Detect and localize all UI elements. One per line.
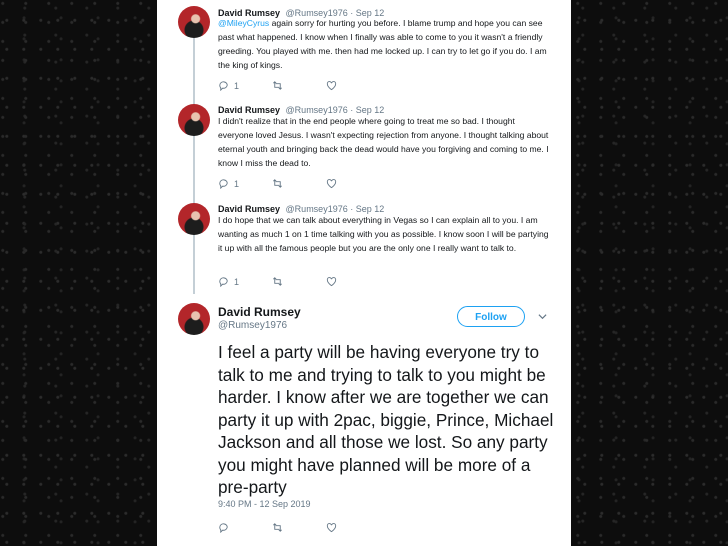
heart-icon (326, 277, 337, 287)
reply-count: 1 (234, 80, 240, 91)
tweet-text: I didn't realize that in the end people … (218, 116, 549, 168)
reply-count: 1 (234, 178, 240, 189)
retweet-button[interactable] (272, 80, 283, 91)
heart-icon (326, 81, 337, 91)
like-button[interactable] (326, 276, 337, 287)
reply-button[interactable]: 1 (218, 178, 239, 189)
main-author-handle[interactable]: @Rumsey1976 (218, 320, 287, 331)
heart-icon (326, 523, 337, 533)
like-button[interactable] (326, 80, 337, 91)
heart-icon (326, 179, 337, 189)
retweet-icon (273, 179, 282, 188)
tweet-text: @MileyCyrus again sorry for hurting you … (218, 18, 547, 70)
reply-button[interactable]: 1 (218, 80, 239, 91)
retweet-icon (273, 523, 282, 532)
reply-icon (219, 179, 228, 189)
chevron-down-icon[interactable] (538, 312, 547, 321)
reply-icon (219, 277, 228, 287)
tweet-thread-card: David Rumsey @Rumsey1976 · Sep 12 @Miley… (157, 0, 571, 546)
avatar[interactable] (178, 203, 210, 235)
reply-icon (219, 81, 228, 91)
reply-count: 1 (234, 276, 240, 287)
retweet-button[interactable] (272, 276, 283, 287)
avatar[interactable] (178, 6, 210, 38)
retweet-button[interactable] (272, 522, 283, 533)
like-button[interactable] (326, 522, 337, 533)
main-tweet-text: I feel a party will be having everyone t… (218, 342, 554, 497)
thread-connector-line (193, 38, 195, 294)
reply-icon (219, 523, 228, 533)
main-avatar[interactable] (178, 303, 210, 335)
mention-link[interactable]: @MileyCyrus (218, 18, 269, 28)
retweet-button[interactable] (272, 178, 283, 189)
retweet-icon (273, 277, 282, 286)
tweet-text: I do hope that we can talk about everyth… (218, 215, 549, 253)
main-author-name[interactable]: David Rumsey (218, 305, 301, 319)
reply-button[interactable]: 1 (218, 276, 239, 287)
reply-button[interactable] (218, 522, 229, 533)
retweet-icon (273, 81, 282, 90)
avatar[interactable] (178, 104, 210, 136)
follow-button[interactable]: Follow (457, 306, 525, 327)
tweet-timestamp[interactable]: 9:40 PM - 12 Sep 2019 (218, 499, 311, 509)
like-button[interactable] (326, 178, 337, 189)
